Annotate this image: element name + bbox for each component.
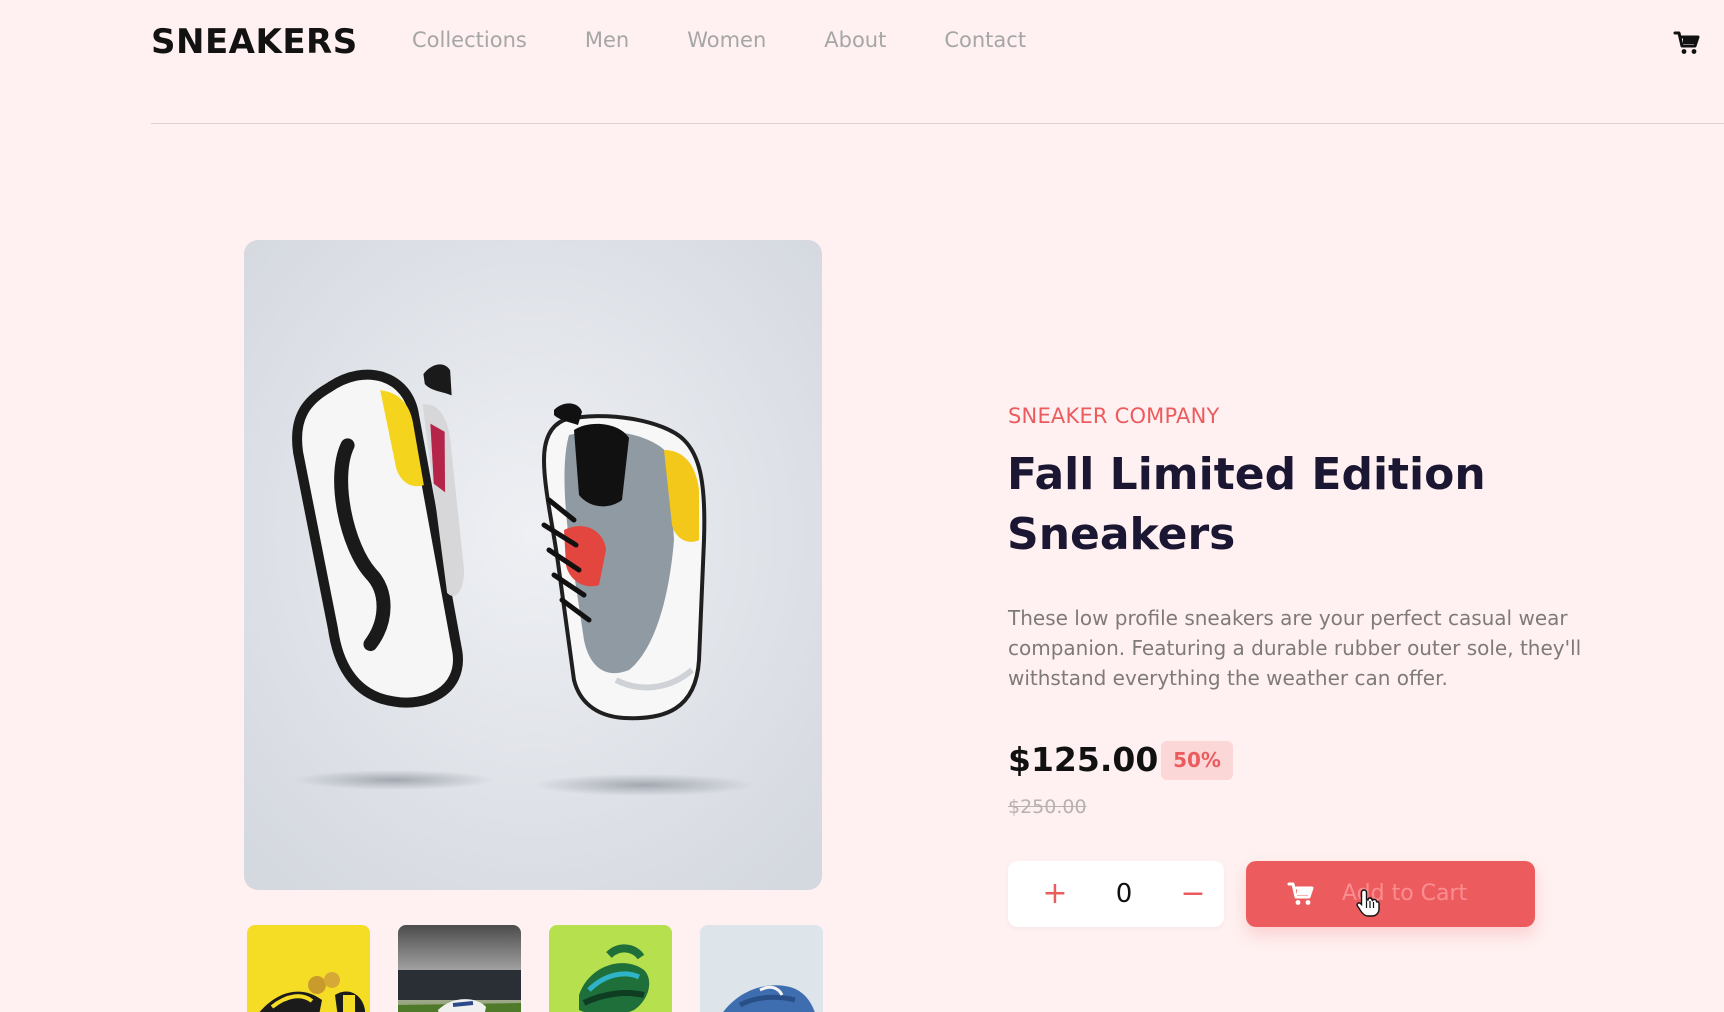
add-to-cart-button[interactable]: Add to Cart [1246,861,1535,927]
company-label: SNEAKER COMPANY [1008,404,1220,428]
quantity-value: 0 [1115,879,1133,909]
thumbnail-4[interactable] [700,925,823,1012]
original-price: $250.00 [1008,796,1087,818]
product-title: Fall Limited Edition Sneakers [1007,449,1486,560]
brand-logo[interactable]: SNEAKERS [151,22,358,62]
product-page: SNEAKERS Collections Men Women About Con… [0,0,1724,1012]
thumbnail-3[interactable] [549,925,672,1012]
nav-link-women[interactable]: Women [687,28,766,52]
quantity-plus-button[interactable]: + [1025,861,1085,927]
thumbnail-strip [247,925,823,1012]
quantity-minus-button[interactable]: − [1163,861,1223,927]
cart-icon[interactable] [1673,29,1701,57]
cart-icon [1286,880,1316,908]
product-main-image[interactable] [244,240,822,890]
nav-link-collections[interactable]: Collections [412,28,527,52]
thumbnail-1[interactable] [247,925,370,1012]
header-divider [151,123,1724,124]
nav-link-about[interactable]: About [824,28,886,52]
hand-cursor-icon [1356,888,1380,918]
quantity-stepper: + 0 − [1008,861,1224,927]
thumbnail-2[interactable] [398,925,521,1012]
nav-link-contact[interactable]: Contact [944,28,1026,52]
main-nav: Collections Men Women About Contact [412,28,1026,52]
product-description: These low profile sneakers are your perf… [1008,606,1582,690]
nav-link-men[interactable]: Men [585,28,629,52]
current-price: $125.00 [1008,740,1159,779]
discount-badge: 50% [1161,741,1233,780]
